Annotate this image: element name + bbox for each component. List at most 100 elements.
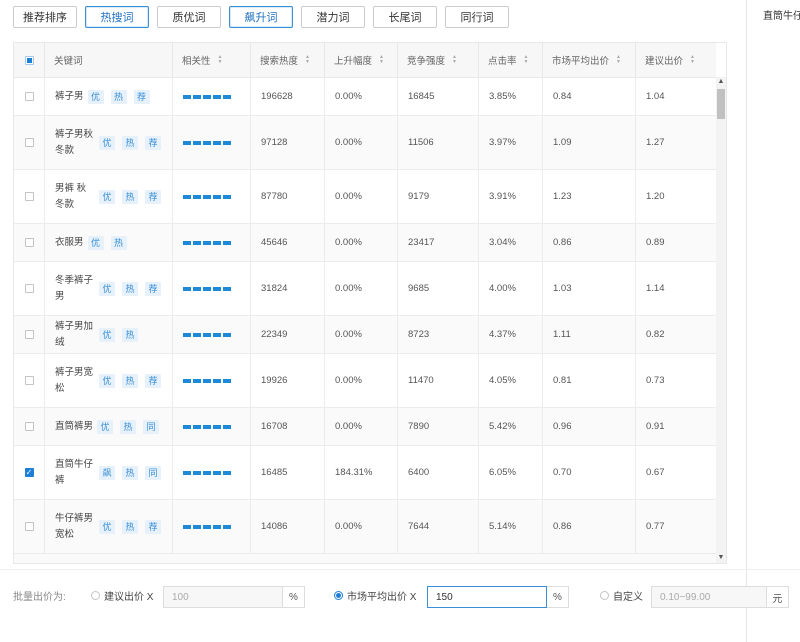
row-checkbox[interactable] — [24, 330, 34, 339]
table-scrollbar[interactable]: ▲ ▼ — [716, 77, 726, 563]
row-checkbox[interactable] — [24, 522, 34, 531]
suggested-bid-cell: 1.04 — [635, 78, 716, 115]
relevance-bar — [213, 524, 221, 529]
row-select-cell[interactable] — [14, 500, 44, 553]
search-heat-cell: 19926 — [250, 354, 324, 407]
header-col-3[interactable]: 搜索热度 ▲ ▼ — [250, 43, 324, 77]
market-bid-input[interactable]: 150 — [427, 586, 547, 608]
right-side-panel: 直筒牛仔 — [746, 0, 800, 642]
tab-7[interactable]: 同行词 — [445, 6, 509, 28]
scroll-up-arrow-icon[interactable]: ▲ — [716, 77, 726, 87]
row-checkbox[interactable]: ✓ — [24, 468, 34, 477]
table-row[interactable]: 裤子男秋冬款优热荐 97128 0.00% 11506 3.97% 1.09 1.27 — [14, 116, 716, 170]
keyword-text: 男裤 秋冬款 — [55, 182, 87, 210]
header-col-6[interactable]: 点击率 ▲ ▼ — [478, 43, 542, 77]
ctr-cell: 5.14% — [478, 500, 542, 553]
table-row[interactable]: 裤子男宽松优热荐 19926 0.00% 11470 4.05% 0.81 0.73 — [14, 354, 716, 408]
tab-1[interactable]: 推荐排序 — [13, 6, 77, 28]
suggested-bid-input[interactable]: 100 — [163, 586, 283, 608]
suggested-bid-unit: % — [283, 586, 305, 608]
tab-6[interactable]: 长尾词 — [373, 6, 437, 28]
competition-cell: 6400 — [397, 446, 478, 499]
keyword-tags: 优热荐 — [99, 519, 168, 534]
row-select-cell[interactable] — [14, 224, 44, 261]
relevance-bar — [183, 424, 191, 429]
table-row[interactable]: 裤子男优热荐 196628 0.00% 16845 3.85% 0.84 1.04 — [14, 78, 716, 116]
sort-updown-icon[interactable]: ▲ ▼ — [379, 55, 384, 65]
relevance-bars — [183, 240, 233, 245]
relevance-bar — [193, 140, 201, 145]
radio-custom-bid[interactable]: 自定义 — [600, 580, 643, 610]
header-label: 点击率 — [488, 56, 517, 67]
row-checkbox[interactable] — [24, 284, 34, 293]
sort-updown-icon[interactable]: ▲ ▼ — [616, 55, 621, 65]
table-row[interactable]: 牛仔裤男宽松优热荐 14086 0.00% 7644 5.14% 0.86 0.77 — [14, 500, 716, 554]
row-checkbox[interactable] — [24, 238, 34, 247]
row-select-cell[interactable] — [14, 170, 44, 223]
table-row[interactable]: 冬季裤子男优热荐 31824 0.00% 9685 4.00% 1.03 1.14 — [14, 262, 716, 316]
table-row[interactable]: 男裤 秋冬款优热荐 87780 0.00% 9179 3.91% 1.23 1.20 — [14, 170, 716, 224]
scroll-down-arrow-icon[interactable]: ▼ — [716, 553, 726, 563]
relevance-bar — [183, 94, 191, 99]
table-row[interactable]: 裤子男加绒优热 22349 0.00% 8723 4.37% 1.11 0.82 — [14, 316, 716, 354]
relevance-bar — [223, 240, 231, 245]
select-all-checkbox[interactable] — [24, 55, 34, 65]
row-select-cell[interactable] — [14, 262, 44, 315]
radio-market-bid[interactable]: 市场平均出价 X — [334, 580, 416, 610]
radio-custom-icon[interactable] — [600, 590, 609, 600]
row-checkbox[interactable] — [24, 138, 34, 147]
radio-market-icon[interactable] — [334, 590, 343, 600]
header-col-4[interactable]: 上升幅度 ▲ ▼ — [324, 43, 397, 77]
header-col-5[interactable]: 竞争强度 ▲ ▼ — [397, 43, 478, 77]
sort-updown-icon[interactable]: ▲ ▼ — [218, 55, 223, 65]
keyword-cell: 牛仔裤男宽松优热荐 — [44, 500, 172, 553]
row-select-cell[interactable] — [14, 116, 44, 169]
row-select-cell[interactable] — [14, 316, 44, 353]
row-select-cell[interactable]: ✓ — [14, 446, 44, 499]
keyword-tag: 热 — [120, 419, 137, 434]
custom-bid-input[interactable]: 0.10~99.00 — [651, 586, 767, 608]
sort-updown-icon[interactable]: ▲ ▼ — [524, 55, 529, 65]
sort-updown-icon[interactable]: ▲ ▼ — [305, 55, 310, 65]
tab-4[interactable]: 飙升词 — [229, 6, 293, 28]
sort-updown-icon[interactable]: ▲ ▼ — [452, 55, 457, 65]
scrollbar-thumb[interactable] — [717, 89, 725, 119]
ctr-cell: 4.00% — [478, 262, 542, 315]
tab-2[interactable]: 热搜词 — [85, 6, 149, 28]
keyword-text: 衣服男 — [55, 236, 84, 248]
relevance-cell — [172, 262, 250, 315]
header-label: 竞争强度 — [407, 56, 446, 67]
radio-suggested-bid[interactable]: 建议出价 X — [91, 580, 153, 610]
relevance-bars — [183, 470, 233, 475]
keyword-tag: 热 — [122, 189, 138, 204]
market-avg-bid-cell: 0.96 — [542, 408, 635, 445]
header-col-7[interactable]: 市场平均出价 ▲ ▼ — [542, 43, 635, 77]
table-row[interactable]: ✓ 直筒牛仔裤飙热同 16485 184.31% 6400 6.05% 0.70 0.67 — [14, 446, 716, 500]
row-select-cell[interactable] — [14, 354, 44, 407]
competition-cell: 16845 — [397, 78, 478, 115]
competition-cell: 23417 — [397, 224, 478, 261]
market-avg-bid-cell: 0.70 — [542, 446, 635, 499]
row-select-cell[interactable] — [14, 78, 44, 115]
relevance-bar — [193, 470, 201, 475]
sort-updown-icon[interactable]: ▲ ▼ — [690, 55, 695, 65]
row-checkbox[interactable] — [24, 92, 34, 101]
tab-3[interactable]: 质优词 — [157, 6, 221, 28]
radio-suggested-icon[interactable] — [91, 590, 100, 600]
suggested-bid-cell: 0.73 — [635, 354, 716, 407]
header-select-all[interactable] — [14, 43, 44, 77]
header-col-8[interactable]: 建议出价 ▲ ▼ — [635, 43, 716, 77]
header-col-2[interactable]: 相关性 ▲ ▼ — [172, 43, 250, 77]
rise-cell: 0.00% — [324, 408, 397, 445]
row-checkbox[interactable] — [24, 192, 34, 201]
keyword-tags: 优热同 — [97, 419, 166, 434]
row-checkbox[interactable] — [24, 422, 34, 431]
table-row[interactable]: 衣服男优热 45646 0.00% 23417 3.04% 0.86 0.89 — [14, 224, 716, 262]
row-checkbox[interactable] — [24, 376, 34, 385]
keyword-tags: 优热荐 — [99, 135, 168, 150]
market-avg-bid-cell: 1.09 — [542, 116, 635, 169]
table-row[interactable]: 直筒裤男优热同 16708 0.00% 7890 5.42% 0.96 0.91 — [14, 408, 716, 446]
tab-5[interactable]: 潜力词 — [301, 6, 365, 28]
row-select-cell[interactable] — [14, 408, 44, 445]
keyword-tags: 优热 — [99, 327, 145, 342]
